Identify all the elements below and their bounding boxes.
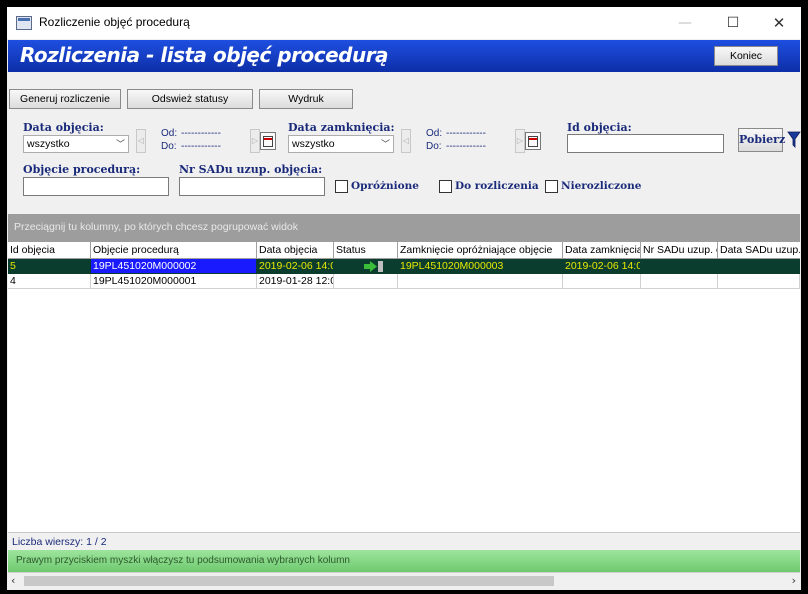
close-window-button[interactable]: ✕	[756, 7, 801, 39]
column-header-id[interactable]: Id objęcia	[8, 242, 91, 259]
emptied-label: Opróżnione	[351, 180, 419, 192]
cell-closing	[398, 274, 563, 289]
emptied-checkbox[interactable]	[335, 180, 348, 193]
closed-status-icon	[364, 261, 383, 272]
column-header-sadu-date[interactable]: Data SADu uzup.	[718, 242, 800, 259]
summary-hint: Prawym przyciskiem myszki włączysz tu po…	[16, 555, 350, 566]
cell-sadu-date	[718, 259, 800, 274]
close-from-value: ------------	[446, 128, 486, 139]
procedure-label: Objęcie procedurą:	[23, 163, 141, 176]
filter-icon[interactable]	[787, 129, 801, 151]
cell-status	[334, 274, 398, 289]
page-title: Rozliczenia - lista objęć procedurą	[20, 43, 389, 67]
open-prev-arrow-button[interactable]: ◁	[136, 129, 146, 153]
table-row[interactable]: 4 19PL451020M000001 2019-01-28 12:0	[8, 274, 800, 289]
sadu-input[interactable]	[179, 177, 325, 196]
data-grid[interactable]: Id objęcia Objęcie procedurą Data objęci…	[8, 242, 800, 532]
maximize-button[interactable]: ☐	[710, 7, 756, 39]
close-date-select[interactable]: wszystko ﹀	[288, 135, 394, 153]
group-by-hint: Przeciągnij tu kolumny, po których chces…	[14, 221, 299, 233]
group-by-bar[interactable]: Przeciągnij tu kolumny, po których chces…	[8, 214, 800, 242]
cell-sadu-number	[641, 259, 718, 274]
procedure-input[interactable]	[23, 177, 169, 196]
close-date-value: wszystko	[292, 138, 335, 150]
generate-settlement-button[interactable]: Generuj rozliczenie	[9, 89, 121, 109]
open-date-value: wszystko	[27, 138, 70, 150]
scroll-right-icon[interactable]: ›	[792, 574, 796, 587]
column-header-open-date[interactable]: Data objęcia	[257, 242, 334, 259]
refresh-statuses-button[interactable]: Odswież statusy	[127, 89, 253, 109]
cell-close-date	[563, 274, 641, 289]
app-icon	[16, 16, 32, 30]
open-to-label: Do:	[161, 141, 177, 152]
title-bar: Rozliczenie objęć procedurą — ☐ ✕	[7, 7, 801, 39]
column-header-procedure[interactable]: Objęcie procedurą	[91, 242, 257, 259]
cell-close-date: 2019-02-06 14:0	[563, 259, 641, 274]
cell-sadu-number	[641, 274, 718, 289]
open-date-label: Data objęcia:	[23, 121, 104, 134]
cell-open-date: 2019-01-28 12:0	[257, 274, 334, 289]
horizontal-scrollbar[interactable]: ‹ ›	[8, 572, 800, 589]
close-prev-arrow-button[interactable]: ◁	[401, 129, 411, 153]
id-input[interactable]	[567, 134, 724, 153]
column-header-status[interactable]: Status	[334, 242, 398, 259]
column-header-closing[interactable]: Zamknięcie opróżniające objęcie	[398, 242, 563, 259]
koniec-button[interactable]: Koniec	[714, 46, 778, 66]
close-to-value: ------------	[446, 141, 486, 152]
open-from-value: ------------	[181, 128, 221, 139]
open-to-value: ------------	[181, 141, 221, 152]
close-next-arrow-button[interactable]: ▷	[515, 129, 525, 153]
fetch-button[interactable]: Pobierz	[738, 128, 785, 152]
row-count: Liczba wierszy: 1 / 2	[12, 536, 107, 548]
open-next-arrow-button[interactable]: ▷	[250, 129, 260, 153]
header-banner: Rozliczenia - lista objęć procedurą Koni…	[8, 40, 800, 72]
application-window: Rozliczenie objęć procedurą — ☐ ✕ Rozlic…	[7, 7, 801, 590]
cell-closing: 19PL451020M000003	[398, 259, 563, 274]
minimize-button[interactable]: —	[662, 7, 708, 39]
cell-id: 5	[8, 259, 91, 274]
unsettled-label: Nierozliczone	[561, 180, 642, 192]
column-header-sadu-number[interactable]: Nr SADu uzup. ob	[641, 242, 718, 259]
chevron-down-icon: ﹀	[380, 139, 390, 149]
open-from-label: Od:	[161, 128, 178, 139]
close-date-label: Data zamknięcia:	[288, 121, 395, 134]
close-from-label: Od:	[426, 128, 443, 139]
print-button[interactable]: Wydruk	[259, 89, 353, 109]
chevron-down-icon: ﹀	[115, 139, 125, 149]
cell-status	[334, 259, 398, 274]
unsettled-checkbox[interactable]	[545, 180, 558, 193]
cell-procedure: 19PL451020M000001	[91, 274, 257, 289]
to-settle-checkbox[interactable]	[439, 180, 452, 193]
calendar-icon[interactable]	[525, 132, 541, 150]
cell-open-date: 2019-02-06 14:0	[257, 259, 334, 274]
to-settle-label: Do rozliczenia	[455, 180, 539, 192]
window-title: Rozliczenie objęć procedurą	[39, 15, 190, 29]
id-label: Id objęcia:	[567, 121, 632, 134]
close-to-label: Do:	[426, 141, 442, 152]
sadu-label: Nr SADu uzup. objęcia:	[179, 163, 323, 176]
summary-bar[interactable]: Prawym przyciskiem myszki włączysz tu po…	[8, 550, 800, 572]
cell-procedure: 19PL451020M000002	[91, 259, 257, 274]
table-row[interactable]: 5 19PL451020M000002 2019-02-06 14:0 19PL…	[8, 259, 800, 274]
calendar-icon[interactable]	[260, 132, 276, 150]
row-count-bar: Liczba wierszy: 1 / 2	[8, 532, 800, 551]
scrollbar-thumb[interactable]	[24, 576, 554, 586]
cell-id: 4	[8, 274, 91, 289]
open-date-select[interactable]: wszystko ﹀	[23, 135, 129, 153]
cell-sadu-date	[718, 274, 800, 289]
scroll-left-icon[interactable]: ‹	[11, 574, 15, 587]
column-header-close-date[interactable]: Data zamknięcia	[563, 242, 641, 259]
